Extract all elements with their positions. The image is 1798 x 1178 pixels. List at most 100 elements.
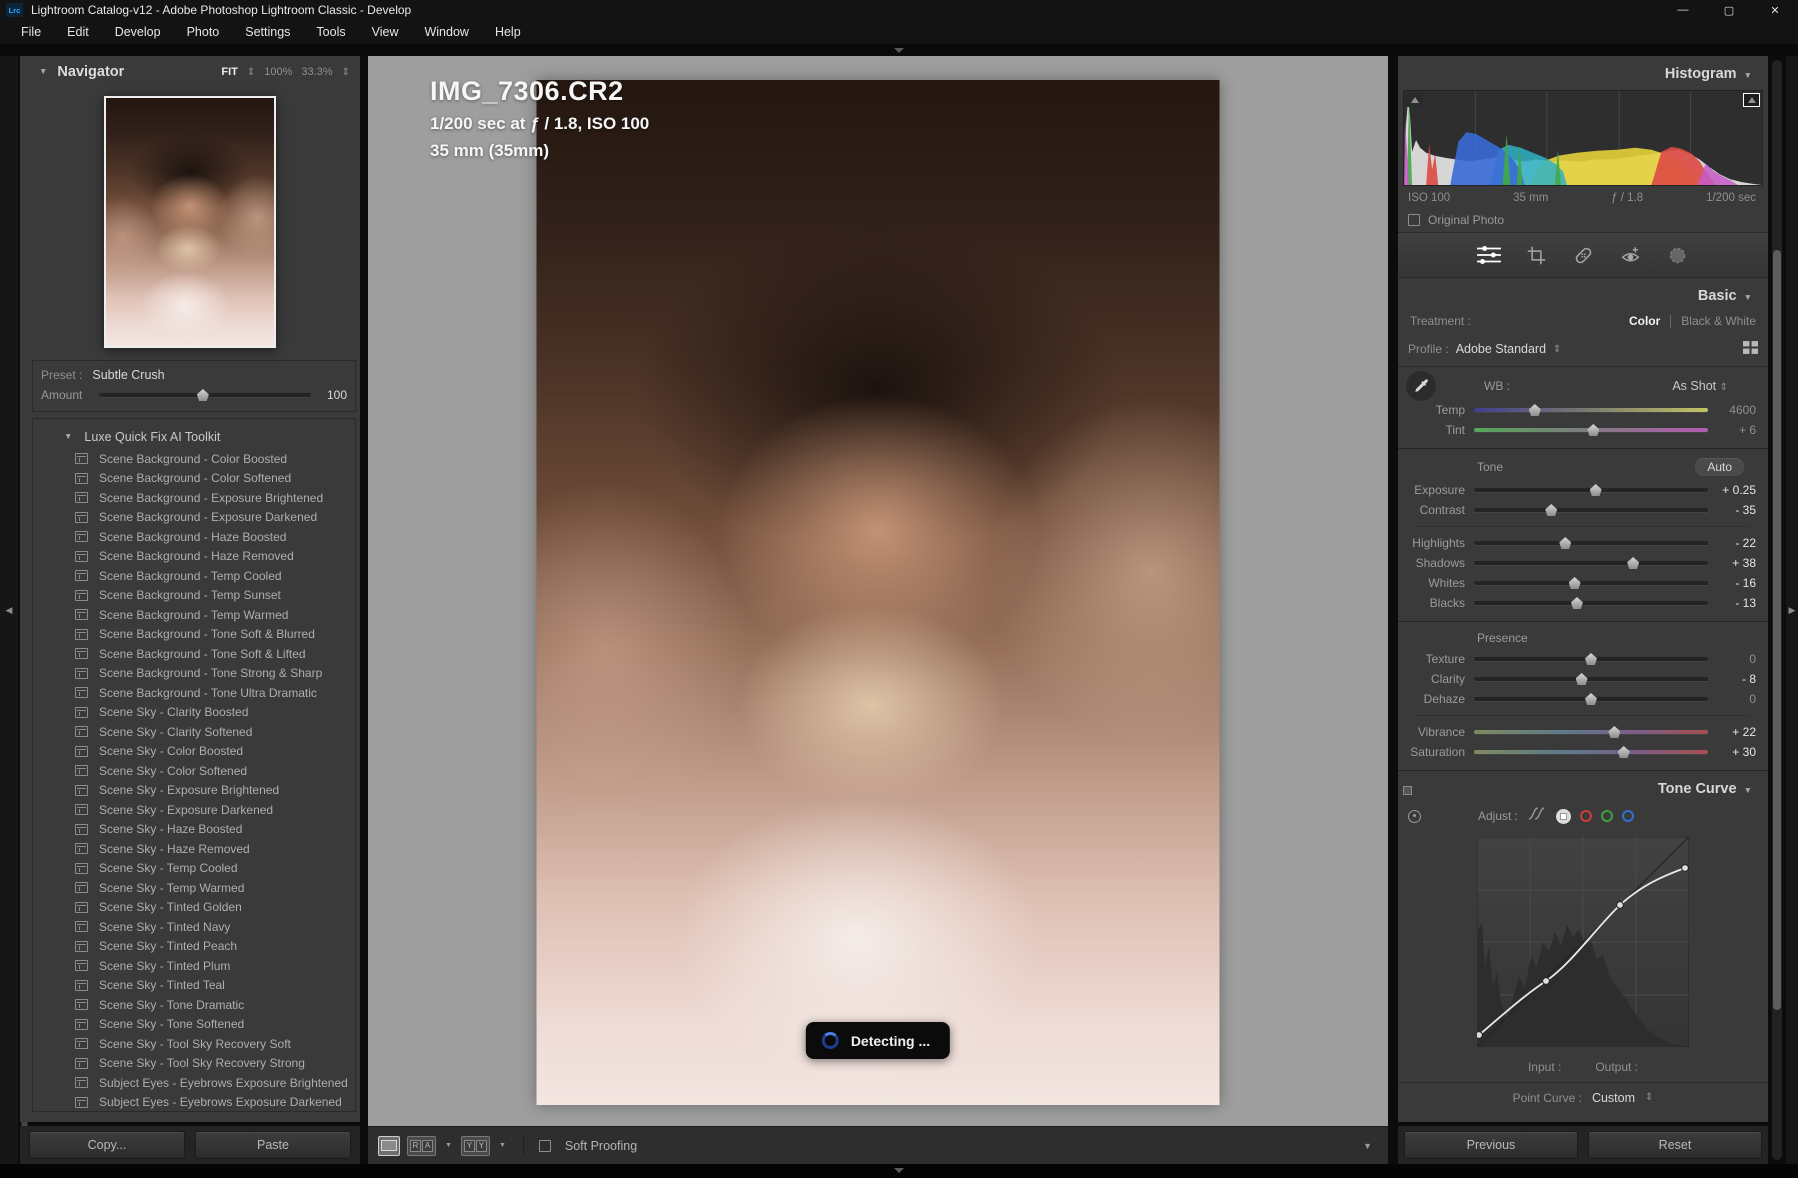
slider-thumb[interactable] <box>1590 484 1602 496</box>
point-curve-select[interactable]: Custom <box>1592 1091 1635 1105</box>
menu-item[interactable]: Develop <box>102 20 174 44</box>
zoom-fit-option[interactable]: FIT <box>221 66 238 78</box>
preset-list-item[interactable]: Scene Sky - Tone Softened <box>33 1015 355 1035</box>
preset-list-item[interactable]: Scene Sky - Tinted Teal <box>33 976 355 996</box>
preset-list-item[interactable]: Scene Background - Haze Boosted <box>33 527 355 547</box>
right-panel-collapse-edge[interactable]: ▶ <box>1786 56 1798 1164</box>
menu-item[interactable]: View <box>359 20 412 44</box>
slider[interactable] <box>1474 483 1708 497</box>
original-photo-checkbox[interactable] <box>1408 214 1420 226</box>
treatment-bw-option[interactable]: Black & White <box>1681 314 1756 328</box>
menu-item[interactable]: File <box>8 20 54 44</box>
preset-list-item[interactable]: Scene Sky - Tinted Peach <box>33 937 355 957</box>
slider[interactable] <box>1474 423 1708 437</box>
slider-thumb[interactable] <box>1545 504 1557 516</box>
slider-thumb[interactable] <box>1627 557 1639 569</box>
preset-list-item[interactable]: Subject Eyes - Eyebrows Exposure Darkene… <box>33 1093 355 1113</box>
disclosure-triangle-icon[interactable]: ▼ <box>1744 70 1752 80</box>
slider-track[interactable] <box>1474 581 1708 585</box>
preset-list-item[interactable]: Scene Background - Color Boosted <box>33 449 355 469</box>
preset-list-item[interactable]: Scene Sky - Tinted Golden <box>33 898 355 918</box>
green-channel-icon[interactable] <box>1601 810 1613 822</box>
slider[interactable] <box>1474 672 1708 686</box>
before-after-lr-button[interactable]: R A <box>407 1136 436 1156</box>
preset-list-item[interactable]: Scene Sky - Haze Removed <box>33 839 355 859</box>
target-adjustment-icon[interactable] <box>1408 810 1421 823</box>
scrollbar-thumb[interactable] <box>1773 250 1781 1010</box>
slider[interactable] <box>1474 576 1708 590</box>
left-panel-collapse-edge[interactable]: ◀ <box>0 56 18 1164</box>
menu-item[interactable]: Settings <box>232 20 303 44</box>
slider-thumb[interactable] <box>1529 404 1541 416</box>
slider-thumb[interactable] <box>1559 537 1571 549</box>
slider-thumb[interactable] <box>1587 424 1599 436</box>
preset-list-item[interactable]: Scene Sky - Clarity Boosted <box>33 703 355 723</box>
preset-list-item[interactable]: Scene Background - Temp Sunset <box>33 586 355 606</box>
slider-track[interactable] <box>1474 750 1708 754</box>
disclosure-triangle-icon[interactable]: ▼ <box>39 66 47 76</box>
preset-list-item[interactable]: Subject Eyes - Eyebrows Exposure Brighte… <box>33 1073 355 1093</box>
disclosure-triangle-icon[interactable]: ▼ <box>64 431 72 441</box>
collapse-left-icon[interactable]: ◀ <box>6 605 13 616</box>
preset-list-item[interactable]: Scene Background - Tone Strong & Sharp <box>33 664 355 684</box>
preset-list-item[interactable]: Scene Sky - Exposure Darkened <box>33 800 355 820</box>
reset-button[interactable]: Reset <box>1588 1131 1762 1159</box>
before-after-split-button[interactable]: Y Y <box>461 1136 490 1156</box>
highlight-clipping-button[interactable] <box>1743 93 1760 107</box>
close-button[interactable]: ✕ <box>1752 0 1798 20</box>
slider-thumb[interactable] <box>1608 726 1620 738</box>
preset-list-item[interactable]: Scene Background - Tone Ultra Dramatic <box>33 683 355 703</box>
disclosure-triangle-icon[interactable]: ▼ <box>1744 292 1752 302</box>
main-photo[interactable] <box>537 80 1220 1105</box>
slider[interactable] <box>1474 652 1708 666</box>
slider-thumb[interactable] <box>1585 653 1597 665</box>
auto-tone-button[interactable]: Auto <box>1695 458 1744 476</box>
preset-list-item[interactable]: Scene Sky - Exposure Brightened <box>33 781 355 801</box>
collapse-right-icon[interactable]: ▶ <box>1789 605 1796 616</box>
navigator-preview-image[interactable] <box>104 96 276 348</box>
preset-list-item[interactable]: Scene Sky - Temp Warmed <box>33 878 355 898</box>
slider-track[interactable] <box>1474 677 1708 681</box>
treatment-color-option[interactable]: Color <box>1629 314 1660 328</box>
menu-item[interactable]: Photo <box>174 20 233 44</box>
parametric-curve-icon[interactable] <box>1527 806 1547 826</box>
preset-list-item[interactable]: Scene Sky - Tool Sky Recovery Strong <box>33 1054 355 1074</box>
slider-track[interactable] <box>1474 561 1708 565</box>
red-channel-icon[interactable] <box>1580 810 1592 822</box>
preset-list-item[interactable]: Scene Background - Temp Cooled <box>33 566 355 586</box>
preset-list-item[interactable]: Scene Background - Tone Soft & Blurred <box>33 625 355 645</box>
crop-tool-icon[interactable] <box>1523 243 1549 267</box>
top-reveal-arrow-icon[interactable] <box>894 48 904 53</box>
panel-mode-icon[interactable] <box>1403 786 1412 795</box>
masking-tool-icon[interactable] <box>1664 243 1690 267</box>
menu-item[interactable]: Edit <box>54 20 102 44</box>
point-curve-icon[interactable] <box>1556 809 1571 824</box>
preset-list-item[interactable]: Scene Background - Exposure Brightened <box>33 488 355 508</box>
slider[interactable] <box>1474 692 1708 706</box>
slider[interactable] <box>1474 556 1708 570</box>
previous-button[interactable]: Previous <box>1404 1131 1578 1159</box>
histogram-header[interactable]: Histogram ▼ <box>1398 56 1768 88</box>
preset-list-item[interactable]: Scene Sky - Color Softened <box>33 761 355 781</box>
basic-adjust-tool-icon[interactable] <box>1476 243 1502 267</box>
minimize-button[interactable]: — <box>1660 0 1706 20</box>
slider[interactable] <box>1474 403 1708 417</box>
before-after-dropdown-icon[interactable]: ▼ <box>445 1142 452 1149</box>
popup-arrows-icon[interactable]: ⇕ <box>247 67 255 78</box>
split-dropdown-icon[interactable]: ▼ <box>499 1142 506 1149</box>
profile-select[interactable]: Adobe Standard <box>1456 342 1546 356</box>
basic-header[interactable]: Basic ▼ <box>1398 278 1768 310</box>
slider-track[interactable] <box>1474 508 1708 512</box>
slider-track[interactable] <box>1474 408 1708 412</box>
healing-tool-icon[interactable] <box>1570 243 1596 267</box>
slider[interactable] <box>1474 503 1708 517</box>
amount-slider[interactable] <box>99 388 311 402</box>
red-eye-tool-icon[interactable] <box>1617 243 1643 267</box>
preset-list-item[interactable]: Scene Sky - Tinted Navy <box>33 917 355 937</box>
loupe-view-button[interactable] <box>378 1136 400 1156</box>
filmstrip-reveal-arrow-icon[interactable] <box>894 1168 904 1173</box>
navigator-header[interactable]: ▼ Navigator FIT ⇕ 100% 33.3% ⇕ <box>20 56 360 88</box>
tone-curve-header[interactable]: Tone Curve ▼ <box>1398 771 1768 803</box>
histogram-display[interactable] <box>1403 90 1763 186</box>
copy-button[interactable]: Copy... <box>29 1131 185 1159</box>
